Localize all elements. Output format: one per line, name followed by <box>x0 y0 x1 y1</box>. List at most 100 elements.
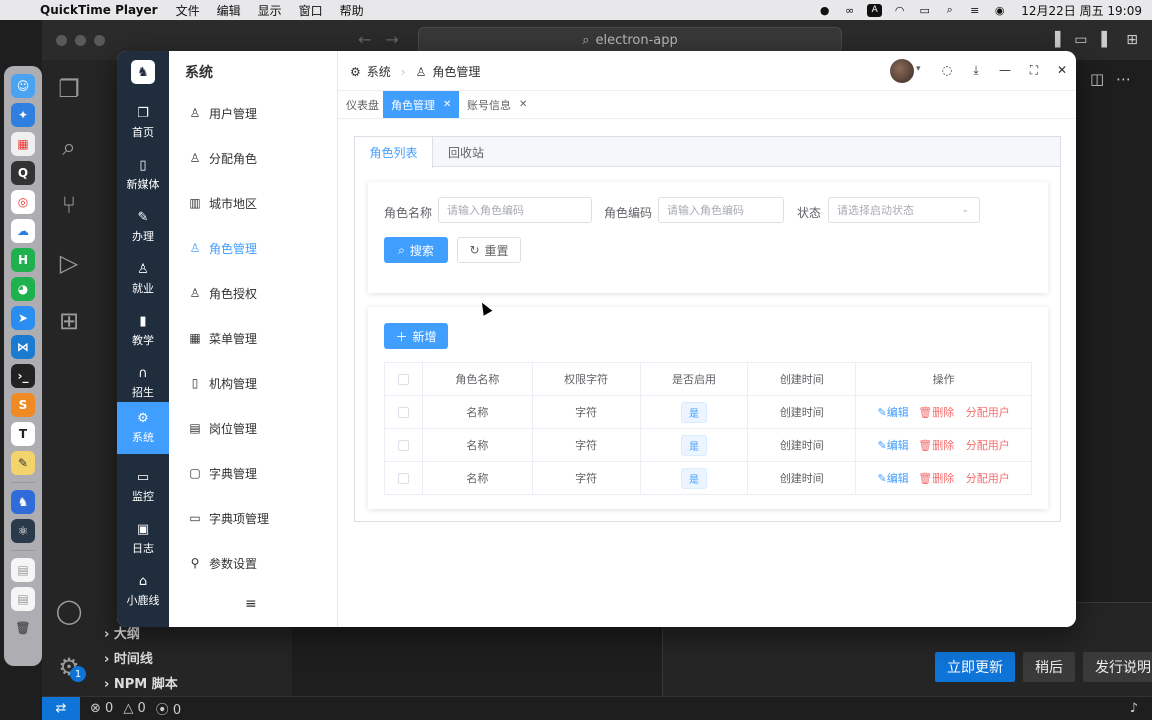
edit-button[interactable]: ✎编辑 <box>878 439 909 452</box>
tab-recycle-bin[interactable]: 回收站 <box>433 137 499 167</box>
add-button[interactable]: ＋ 新增 <box>384 323 448 349</box>
row-checkbox[interactable] <box>397 440 409 451</box>
assign-users-button[interactable]: 分配用户 <box>966 406 1010 419</box>
wifi-icon[interactable]: ◠ <box>892 4 907 17</box>
quicktime-icon[interactable]: Q <box>11 161 35 185</box>
hbuilder-icon[interactable]: H <box>11 248 35 272</box>
creative-cloud-icon[interactable]: ∞ <box>842 4 857 17</box>
avatar[interactable] <box>890 59 914 83</box>
control-center-icon[interactable]: ≡ <box>967 4 982 17</box>
nav-item-log[interactable]: ▣ 日志 <box>117 513 169 565</box>
input-method-icon[interactable]: A <box>867 3 883 17</box>
tab-role-list[interactable]: 角色列表 <box>355 137 433 168</box>
source-control-icon[interactable]: ⑂ <box>42 176 96 234</box>
record-icon[interactable]: ● <box>817 4 832 17</box>
toggle-secondary-sidebar-icon[interactable]: ▌ <box>1101 32 1112 48</box>
nav-item-system[interactable]: ⚙ 系统 <box>117 402 169 454</box>
preview-icon[interactable]: ✎ <box>11 451 35 475</box>
message-icon[interactable]: ◌ <box>938 61 956 79</box>
menu-help[interactable]: 帮助 <box>340 2 364 19</box>
close-icon[interactable]: ✕ <box>519 99 527 110</box>
remote-icon[interactable]: ⇄ <box>42 696 80 720</box>
chevron-down-icon[interactable]: ▾ <box>916 64 921 74</box>
vscode-icon[interactable]: ⋈ <box>11 335 35 359</box>
collapse-menu-icon[interactable]: ≡ <box>245 596 257 612</box>
download-icon[interactable]: ⤓ <box>967 61 985 79</box>
toggle-sidebar-icon[interactable]: ▐ <box>1049 32 1060 48</box>
menu-item-role-management[interactable]: ♙ 角色管理 <box>169 226 337 270</box>
document-icon[interactable]: ▤ <box>11 558 35 582</box>
minimize-icon[interactable]: — <box>996 61 1014 79</box>
customize-layout-icon[interactable]: ⊞ <box>1126 32 1138 48</box>
role-code-input[interactable]: 请输入角色编码 <box>658 197 784 223</box>
terminal-icon[interactable]: ›_ <box>11 364 35 388</box>
breadcrumb-item-system[interactable]: 系统 <box>367 63 391 80</box>
menu-item-assign-role[interactable]: ♙ 分配角色 <box>169 136 337 180</box>
explorer-icon[interactable]: ❐ <box>42 60 96 118</box>
toggle-panel-icon[interactable]: ▭ <box>1074 32 1087 48</box>
typora-icon[interactable]: T <box>11 422 35 446</box>
safari-icon[interactable]: ✦ <box>11 103 35 127</box>
later-button[interactable]: 稍后 <box>1023 652 1075 682</box>
menu-item-org-management[interactable]: ▯ 机构管理 <box>169 361 337 405</box>
electron-icon[interactable]: ⚛ <box>11 519 35 543</box>
timeline-section[interactable]: › 时间线 <box>104 648 153 667</box>
menu-item-user-management[interactable]: ♙ 用户管理 <box>169 91 337 135</box>
sublime-icon[interactable]: S <box>11 393 35 417</box>
menu-item-role-authorization[interactable]: ♙ 角色授权 <box>169 271 337 315</box>
nav-item-employment[interactable]: ♙ 就业 <box>117 253 169 305</box>
assign-users-button[interactable]: 分配用户 <box>966 472 1010 485</box>
tag-account-info[interactable]: 账号信息 ✕ <box>459 91 535 118</box>
ports-indicator[interactable]: ⦿ 0 <box>156 699 181 718</box>
tag-dashboard[interactable]: 仪表盘 <box>338 91 387 118</box>
trash-icon[interactable]: 🗑 <box>11 616 35 640</box>
more-actions-icon[interactable]: ⋯ <box>1116 70 1131 88</box>
delete-button[interactable]: 🗑删除 <box>918 472 954 485</box>
extensions-icon[interactable]: ⊞ <box>42 292 96 350</box>
nav-arrows-icon[interactable]: ←→ <box>358 30 413 49</box>
command-center-search[interactable]: ⌕ electron-app <box>418 27 842 53</box>
menu-item-dict-item-management[interactable]: ▭ 字典项管理 <box>169 496 337 540</box>
manage-gear-icon[interactable]: ⚙ <box>42 638 96 696</box>
chrome-icon[interactable]: ◎ <box>11 190 35 214</box>
role-name-input[interactable]: 请输入角色编码 <box>438 197 592 223</box>
delete-button[interactable]: 🗑删除 <box>918 406 954 419</box>
close-icon[interactable]: ✕ <box>443 99 451 110</box>
account-icon[interactable]: ◯ <box>42 582 96 640</box>
nav-item-handle[interactable]: ✎ 办理 <box>117 201 169 253</box>
minimize-dot[interactable] <box>75 35 86 46</box>
select-all-checkbox[interactable] <box>397 374 409 385</box>
notification-bell-icon[interactable]: ♪ <box>1130 701 1138 716</box>
baidu-netdisk-icon[interactable]: ☁ <box>11 219 35 243</box>
app-name-menu[interactable]: QuickTime Player <box>40 3 158 17</box>
search-icon[interactable]: ⌕ <box>42 118 96 176</box>
menubar-clock[interactable]: 12月22日 周五 19:09 <box>1021 2 1142 19</box>
nav-item-new-media[interactable]: ▯ 新媒体 <box>117 149 169 201</box>
wechat-icon[interactable]: ◕ <box>11 277 35 301</box>
close-icon[interactable]: ✕ <box>1053 61 1071 79</box>
zoom-dot[interactable] <box>94 35 105 46</box>
menu-item-menu-management[interactable]: ▦ 菜单管理 <box>169 316 337 360</box>
electron-app-icon[interactable]: ♞ <box>11 490 35 514</box>
menu-item-city-region[interactable]: ▥ 城市地区 <box>169 181 337 225</box>
edit-button[interactable]: ✎编辑 <box>878 472 909 485</box>
menu-item-dict-management[interactable]: ▢ 字典管理 <box>169 451 337 495</box>
search-button[interactable]: ⌕ 搜索 <box>384 237 448 263</box>
row-checkbox[interactable] <box>397 473 409 484</box>
warnings-indicator[interactable]: △ 0 <box>123 701 145 716</box>
menu-item-post-management[interactable]: ▤ 岗位管理 <box>169 406 337 450</box>
run-debug-icon[interactable]: ▷ <box>42 234 96 292</box>
tag-role-management[interactable]: 角色管理 ✕ <box>383 91 460 118</box>
spotlight-icon[interactable]: ⌕ <box>942 3 957 17</box>
siri-icon[interactable]: ◉ <box>992 4 1007 17</box>
nav-item-xiaoluxian[interactable]: ⌂ 小鹿线 <box>117 565 169 617</box>
menu-item-params[interactable]: ⚲ 参数设置 <box>169 541 337 585</box>
menu-file[interactable]: 文件 <box>176 2 200 19</box>
update-now-button[interactable]: 立即更新 <box>935 652 1015 682</box>
edit-button[interactable]: ✎编辑 <box>878 406 909 419</box>
npm-scripts-section[interactable]: › NPM 脚本 <box>104 673 178 692</box>
menu-edit[interactable]: 编辑 <box>217 2 241 19</box>
errors-indicator[interactable]: ⊗ 0 <box>90 701 113 716</box>
menu-view[interactable]: 显示 <box>258 2 282 19</box>
nav-item-teaching[interactable]: ▮ 教学 <box>117 305 169 357</box>
